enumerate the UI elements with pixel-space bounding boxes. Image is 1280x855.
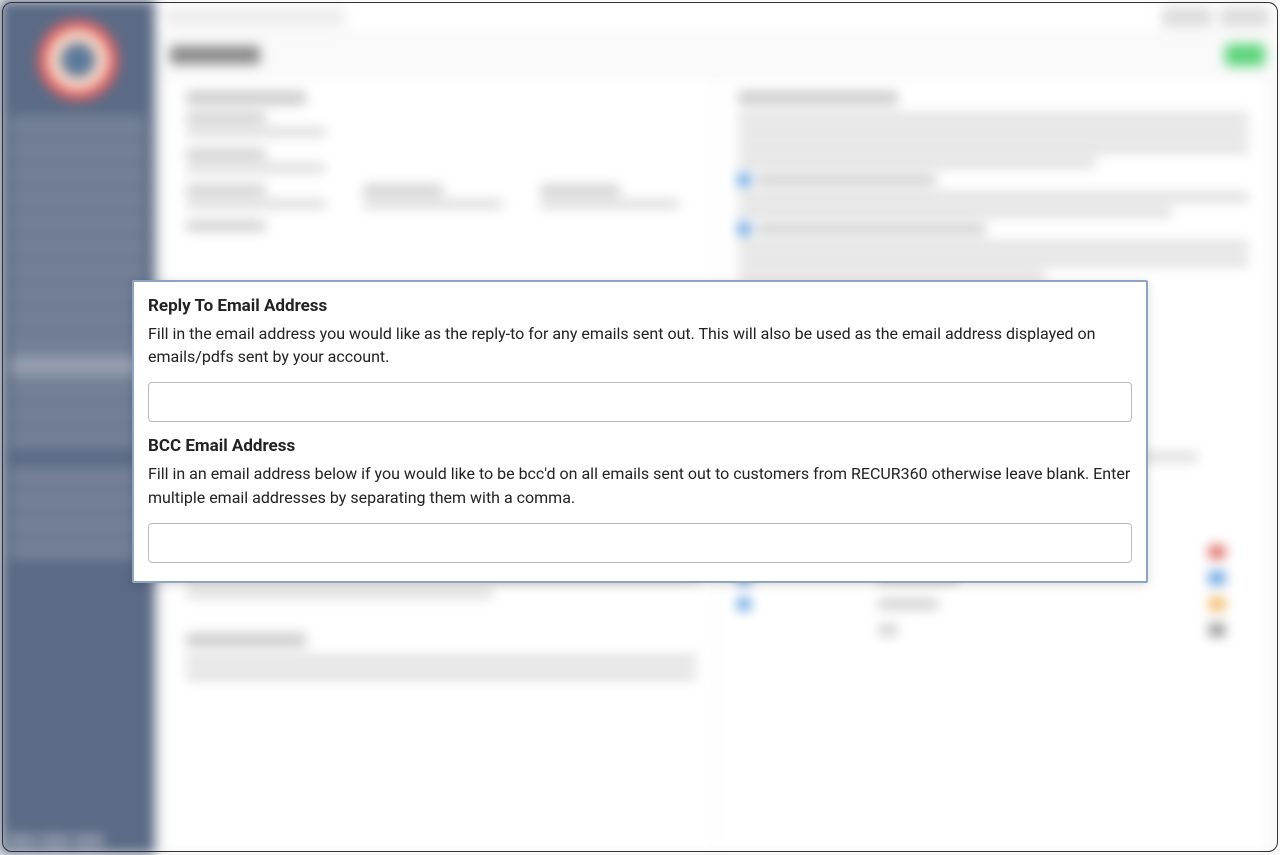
topbar <box>155 0 1280 35</box>
reply-to-input[interactable] <box>148 382 1132 422</box>
nav-item <box>10 187 145 209</box>
reply-to-description: Fill in the email address you would like… <box>148 322 1132 368</box>
nav-item <box>10 514 145 536</box>
nav-item <box>10 283 145 305</box>
app-logo <box>38 20 118 100</box>
nav-item <box>10 259 145 281</box>
nav-item <box>10 235 145 257</box>
nav-item <box>10 490 145 512</box>
email-settings-panel: Reply To Email Address Fill in the email… <box>132 280 1148 583</box>
reply-to-heading: Reply To Email Address <box>148 296 1132 316</box>
nav-item <box>10 331 145 353</box>
nav-item <box>10 538 145 560</box>
nav-item <box>10 466 145 488</box>
nav-item <box>10 139 145 161</box>
sidebar-footer <box>6 834 104 848</box>
nav-item <box>10 379 145 401</box>
nav-item <box>10 427 145 449</box>
nav-item <box>10 115 145 137</box>
nav-item <box>10 307 145 329</box>
nav-item <box>10 403 145 425</box>
bcc-heading: BCC Email Address <box>148 436 1132 456</box>
bcc-input[interactable] <box>148 523 1132 563</box>
save-button-blurred <box>1225 44 1265 66</box>
nav-item-active <box>10 355 145 377</box>
nav-item <box>10 163 145 185</box>
topbar-actions <box>1150 7 1270 27</box>
bcc-description: Fill in an email address below if you wo… <box>148 462 1132 508</box>
page-title <box>170 46 260 64</box>
search-bar <box>165 7 345 27</box>
nav-item <box>10 211 145 233</box>
